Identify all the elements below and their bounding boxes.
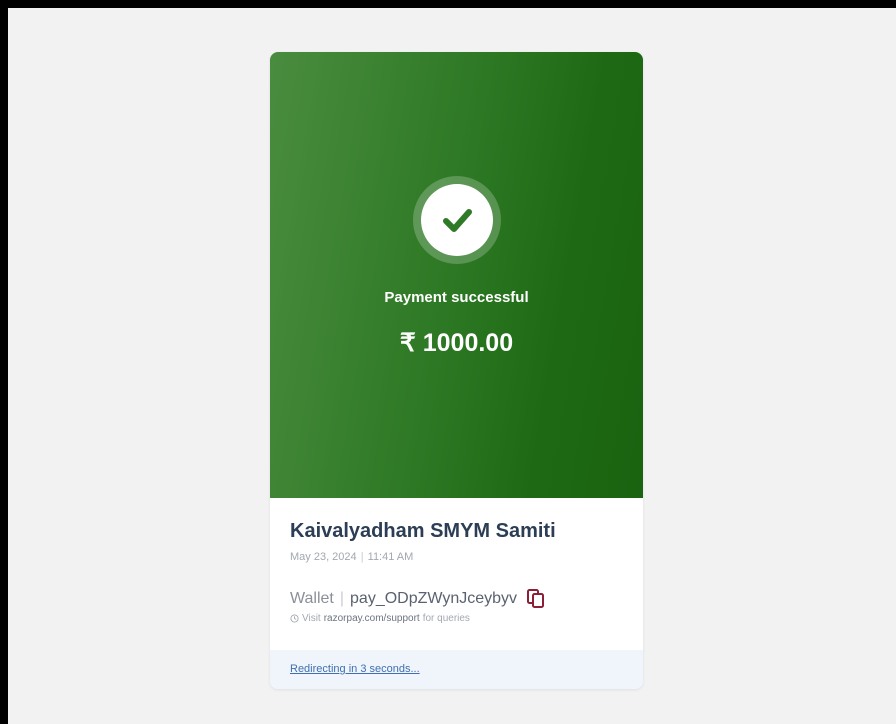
payment-receipt-card: Payment successful ₹ 1000.00 Kaivalyadha… [270, 52, 643, 689]
payment-amount: ₹ 1000.00 [399, 329, 514, 357]
payment-status-title: Payment successful [384, 289, 529, 306]
payment-success-banner: Payment successful ₹ 1000.00 [270, 52, 643, 498]
transaction-details: Kaivalyadham SMYM Samiti May 23, 2024 | … [290, 518, 630, 624]
success-icon-halo [413, 176, 501, 264]
transaction-datetime: May 23, 2024 | 11:41 AM [290, 550, 630, 564]
copy-icon[interactable] [527, 589, 545, 609]
datetime-separator: | [360, 551, 364, 563]
redirect-footer: Redirecting in 3 seconds... [270, 650, 643, 689]
support-link[interactable]: razorpay.com/support [324, 613, 420, 624]
check-icon [421, 184, 493, 256]
payment-method: Wallet [290, 590, 334, 607]
clock-icon [290, 614, 299, 623]
payment-method-separator: | [339, 590, 345, 607]
payment-id: pay_ODpZWynJceybyv [350, 590, 518, 607]
support-note: Visit razorpay.com/support for queries [290, 613, 630, 624]
transaction-time: 11:41 AM [367, 551, 414, 563]
payment-method-line: Wallet | pay_ODpZWynJceybyv [290, 588, 630, 610]
support-suffix: for queries [422, 613, 470, 624]
merchant-name: Kaivalyadham SMYM Samiti [290, 520, 556, 542]
page-background: Payment successful ₹ 1000.00 Kaivalyadha… [8, 8, 896, 724]
support-prefix: Visit [302, 613, 321, 624]
redirect-link[interactable]: Redirecting in 3 seconds... [290, 663, 420, 675]
transaction-date: May 23, 2024 [290, 551, 357, 563]
